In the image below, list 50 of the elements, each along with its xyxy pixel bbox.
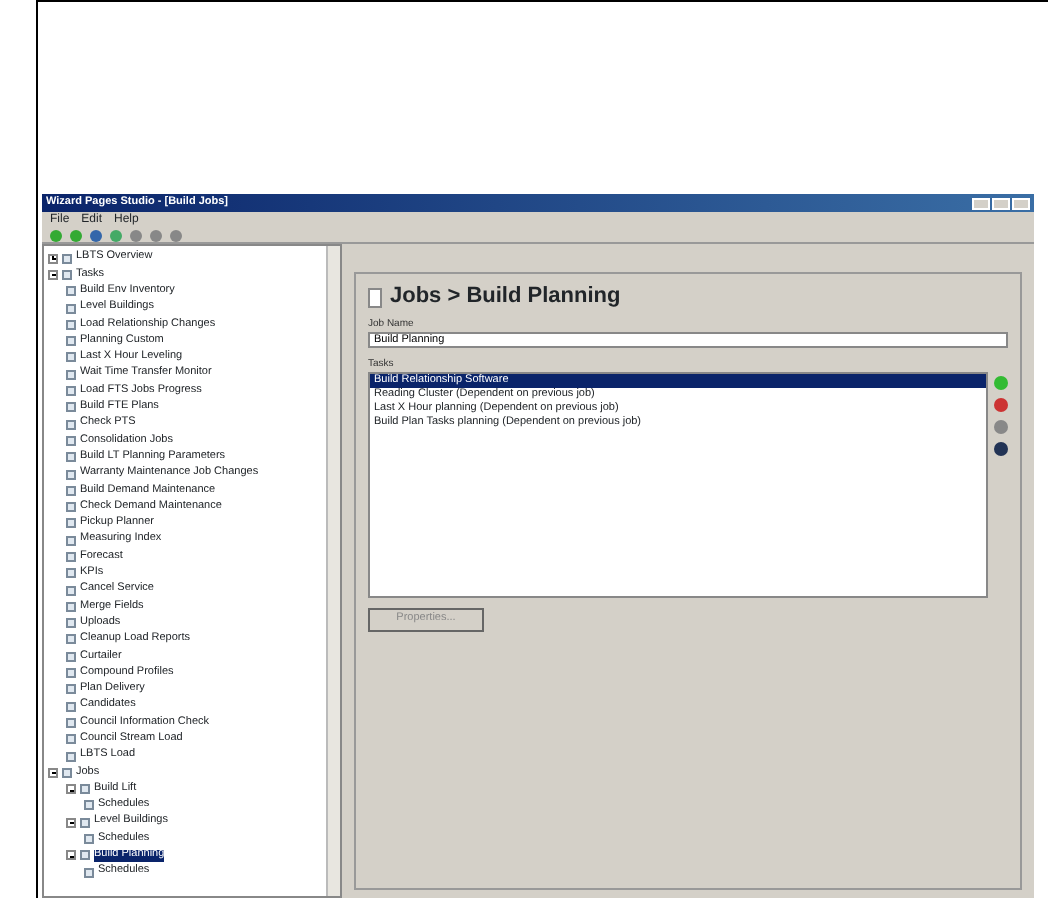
- node-icon: [66, 402, 76, 413]
- minimize-button[interactable]: [972, 197, 990, 209]
- node-icon: [66, 386, 76, 397]
- expand-toggle[interactable]: [66, 784, 76, 795]
- node-icon: [80, 784, 90, 795]
- node-icon: [80, 817, 90, 828]
- node-icon: [66, 535, 76, 546]
- node-icon: [66, 684, 76, 695]
- expand-toggle[interactable]: [66, 817, 76, 828]
- expand-toggle[interactable]: [48, 767, 58, 778]
- node-icon: [66, 734, 76, 745]
- node-icon: [66, 717, 76, 728]
- node-icon: [66, 618, 76, 629]
- node-icon: [66, 634, 76, 645]
- node-icon: [66, 651, 76, 662]
- node-icon: [66, 601, 76, 612]
- node-icon: [62, 253, 72, 264]
- node-icon: [66, 568, 76, 579]
- node-icon: [66, 435, 76, 446]
- node-icon: [66, 751, 76, 762]
- node-icon: [66, 551, 76, 562]
- node-icon: [66, 518, 76, 529]
- node-icon: [66, 701, 76, 712]
- node-icon: [66, 502, 76, 513]
- node-icon: [66, 485, 76, 496]
- node-icon: [80, 850, 90, 861]
- node-icon: [62, 767, 72, 778]
- expand-toggle[interactable]: [48, 269, 58, 280]
- node-icon: [66, 585, 76, 596]
- page-heading: Jobs > Build Planning: [390, 286, 621, 308]
- node-icon: [66, 452, 76, 463]
- node-icon: [66, 352, 76, 363]
- node-icon: [66, 469, 76, 479]
- node-icon: [66, 419, 76, 430]
- node-icon: [66, 668, 76, 679]
- node-icon: [66, 369, 76, 380]
- document-icon: [368, 287, 382, 307]
- node-icon: [66, 319, 76, 330]
- scrollbar[interactable]: [326, 246, 340, 896]
- node-icon: [84, 867, 94, 878]
- expand-toggle[interactable]: [48, 253, 58, 264]
- node-icon: [62, 269, 72, 280]
- node-icon: [66, 336, 76, 347]
- close-button[interactable]: [1012, 197, 1030, 209]
- maximize-button[interactable]: [992, 197, 1010, 209]
- node-icon: [84, 834, 94, 845]
- node-icon: [66, 303, 76, 314]
- expand-toggle[interactable]: [66, 850, 76, 861]
- node-icon: [84, 800, 94, 811]
- node-icon: [66, 286, 76, 297]
